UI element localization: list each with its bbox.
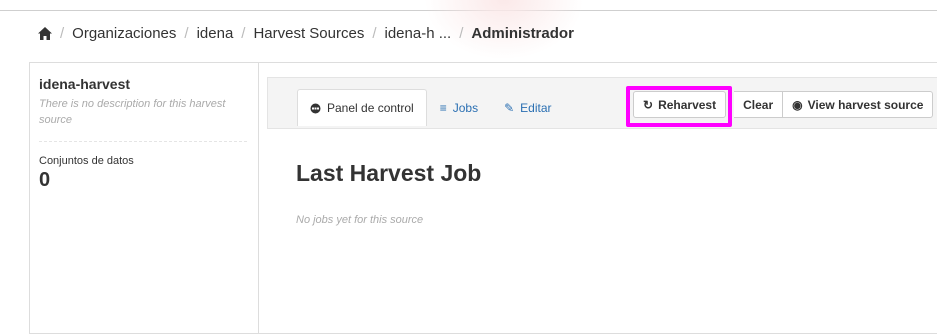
tab-dashboard[interactable]: Panel de control xyxy=(297,89,427,126)
breadcrumb-harvest-sources[interactable]: Harvest Sources xyxy=(253,25,364,42)
datasets-label: Conjuntos de datos xyxy=(39,155,134,167)
tab-jobs-label: Jobs xyxy=(452,101,479,115)
tab-edit[interactable]: ✎ Editar xyxy=(491,89,564,126)
breadcrumb-organizations[interactable]: Organizaciones xyxy=(72,25,176,42)
reharvest-button[interactable]: ↻ Reharvest xyxy=(633,91,727,118)
breadcrumb-organization-idena[interactable]: idena xyxy=(197,25,234,42)
content-wrapper: idena-harvest There is no description fo… xyxy=(29,62,937,334)
empty-jobs-message: No jobs yet for this source xyxy=(296,214,424,226)
main-panel: Panel de control ≡ Jobs ✎ Editar ↻ Rehar… xyxy=(259,63,937,333)
eye-icon: ◉ xyxy=(792,97,803,112)
clear-label: Clear xyxy=(743,97,774,112)
page-title: Last Harvest Job xyxy=(296,160,482,186)
toolbar: Panel de control ≡ Jobs ✎ Editar ↻ Rehar… xyxy=(267,77,937,129)
datasets-count: 0 xyxy=(39,169,51,191)
breadcrumb-separator: / xyxy=(60,25,65,42)
view-harvest-source-label: View harvest source xyxy=(807,97,924,112)
breadcrumb-separator: / xyxy=(184,25,189,42)
breadcrumb: / Organizaciones / idena / Harvest Sourc… xyxy=(38,25,574,42)
sidebar-divider xyxy=(39,141,249,142)
tab-edit-label: Editar xyxy=(520,101,552,115)
reharvest-label: Reharvest xyxy=(658,97,717,112)
tab-bar: Panel de control ≡ Jobs ✎ Editar xyxy=(297,89,565,126)
tab-dashboard-label: Panel de control xyxy=(327,101,414,115)
view-harvest-source-button[interactable]: ◉ View harvest source xyxy=(783,91,934,118)
list-icon: ≡ xyxy=(439,101,447,115)
dashboard-icon xyxy=(310,103,321,113)
action-buttons: ↻ Reharvest Clear ◉ View harvest source xyxy=(633,91,934,118)
sidebar: idena-harvest There is no description fo… xyxy=(30,63,259,333)
source-title: idena-harvest xyxy=(39,76,131,92)
edit-icon: ✎ xyxy=(504,101,515,115)
breadcrumb-separator: / xyxy=(241,25,246,42)
top-divider xyxy=(0,10,937,11)
breadcrumb-separator: / xyxy=(459,25,464,42)
clear-button[interactable]: Clear xyxy=(734,91,784,118)
home-icon[interactable] xyxy=(38,27,52,40)
breadcrumb-separator: / xyxy=(372,25,377,42)
breadcrumb-harvest-source[interactable]: idena-h ... xyxy=(385,25,452,42)
refresh-icon: ↻ xyxy=(643,97,654,112)
source-description: There is no description for this harvest… xyxy=(39,98,226,126)
tab-jobs[interactable]: ≡ Jobs xyxy=(427,89,491,126)
breadcrumb-current: Administrador xyxy=(471,25,574,42)
